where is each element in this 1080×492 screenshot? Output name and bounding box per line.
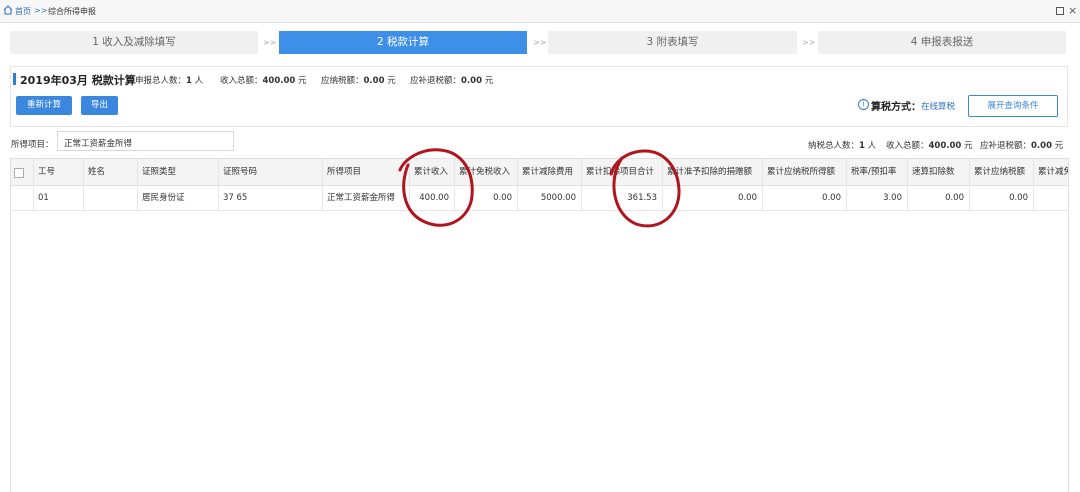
tax-method-label: 算税方式：	[871, 102, 921, 113]
table-cell: 400.00	[410, 186, 455, 211]
column-header[interactable]: 税率/预扣率	[847, 159, 908, 186]
step-arrow: >>	[263, 38, 277, 47]
checkbox-icon[interactable]	[14, 168, 24, 178]
info-icon: i	[858, 99, 869, 110]
column-header[interactable]: 证照类型	[138, 159, 219, 186]
export-button[interactable]: 导出	[81, 96, 118, 115]
tax-method-value: 在线算税	[921, 102, 956, 112]
table-cell: 3.00	[847, 186, 908, 211]
column-header[interactable]: 累计应纳税额	[970, 159, 1034, 186]
header-select-all[interactable]	[11, 159, 34, 186]
summary-income: 收入总额：400.00 元	[886, 141, 973, 151]
table-cell: 0.00	[970, 186, 1034, 211]
column-header[interactable]: 姓名	[84, 159, 138, 186]
table-cell: 0.00	[908, 186, 970, 211]
home-icon[interactable]	[3, 5, 13, 15]
stat-tax-payable: 应纳税额：0.00 元	[321, 76, 396, 86]
page-title: 2019年03月 税款计算	[20, 74, 136, 87]
breadcrumb-home-link[interactable]: 首页	[15, 6, 31, 17]
column-header[interactable]: 证照号码	[219, 159, 323, 186]
table-cell	[84, 186, 138, 211]
step-attachments[interactable]: 3 附表填写	[548, 31, 797, 54]
column-header[interactable]: 累计减免税额	[1034, 159, 1068, 186]
table-cell: 正常工资薪金所得	[323, 186, 410, 211]
column-header[interactable]: 累计扣除项目合计	[582, 159, 663, 186]
table-cell: 0.00	[455, 186, 518, 211]
tax-calculation-table: 工号 姓名 证照类型 证照号码 所得项目 累计收入 累计免税收入 累计减除费用 …	[10, 158, 1069, 492]
title-bar	[0, 0, 1080, 23]
column-header[interactable]: 累计免税收入	[455, 159, 518, 186]
title-accent	[13, 73, 16, 85]
table-cell: 0.00	[663, 186, 763, 211]
income-item-selected: 正常工资薪金所得	[64, 139, 133, 149]
summary-refund: 应补退税额：0.00 元	[980, 141, 1064, 151]
income-item-label: 所得项目：	[11, 140, 54, 150]
column-header[interactable]: 所得项目	[323, 159, 410, 186]
table-cell: 居民身份证	[138, 186, 219, 211]
stat-refund: 应补退税额：0.00 元	[410, 76, 494, 86]
step-submit[interactable]: 4 申报表报送	[818, 31, 1066, 54]
step-arrow: >>	[533, 38, 547, 47]
column-header[interactable]: 累计减除费用	[518, 159, 582, 186]
breadcrumb-current: 综合所得申报	[48, 7, 96, 16]
summary-taxpayers: 纳税总人数：1 人	[808, 141, 877, 151]
table-cell: 0.00	[763, 186, 847, 211]
step-income-deduction[interactable]: 1 收入及减除填写	[10, 31, 258, 54]
expand-query-button[interactable]: 展开查询条件	[968, 95, 1058, 117]
column-header[interactable]: 累计收入	[410, 159, 455, 186]
breadcrumb-separator: >>	[34, 6, 48, 15]
table-cell: 37 65	[219, 186, 323, 211]
restore-icon[interactable]	[1056, 7, 1064, 15]
row-checkbox-cell[interactable]	[11, 186, 34, 211]
table-cell: 01	[34, 186, 84, 211]
step-arrow: >>	[802, 38, 816, 47]
income-item-select[interactable]: 正常工资薪金所得	[57, 131, 234, 151]
step-tax-calculation[interactable]: 2 税款计算	[279, 31, 527, 54]
stat-declarants: 申报总人数：1 人	[135, 76, 204, 86]
table-cell: 361.53	[582, 186, 663, 211]
recalculate-button[interactable]: 重新计算	[16, 96, 72, 115]
stat-total-income: 收入总额：400.00 元	[220, 76, 307, 86]
column-header[interactable]: 累计应纳税所得额	[763, 159, 847, 186]
column-header[interactable]: 累计准予扣除的捐赠额	[663, 159, 763, 186]
column-header[interactable]: 工号	[34, 159, 84, 186]
table-cell: 5000.00	[518, 186, 582, 211]
column-header[interactable]: 速算扣除数	[908, 159, 970, 186]
table-cell	[1034, 186, 1068, 211]
close-icon[interactable]: ×	[1068, 4, 1077, 17]
